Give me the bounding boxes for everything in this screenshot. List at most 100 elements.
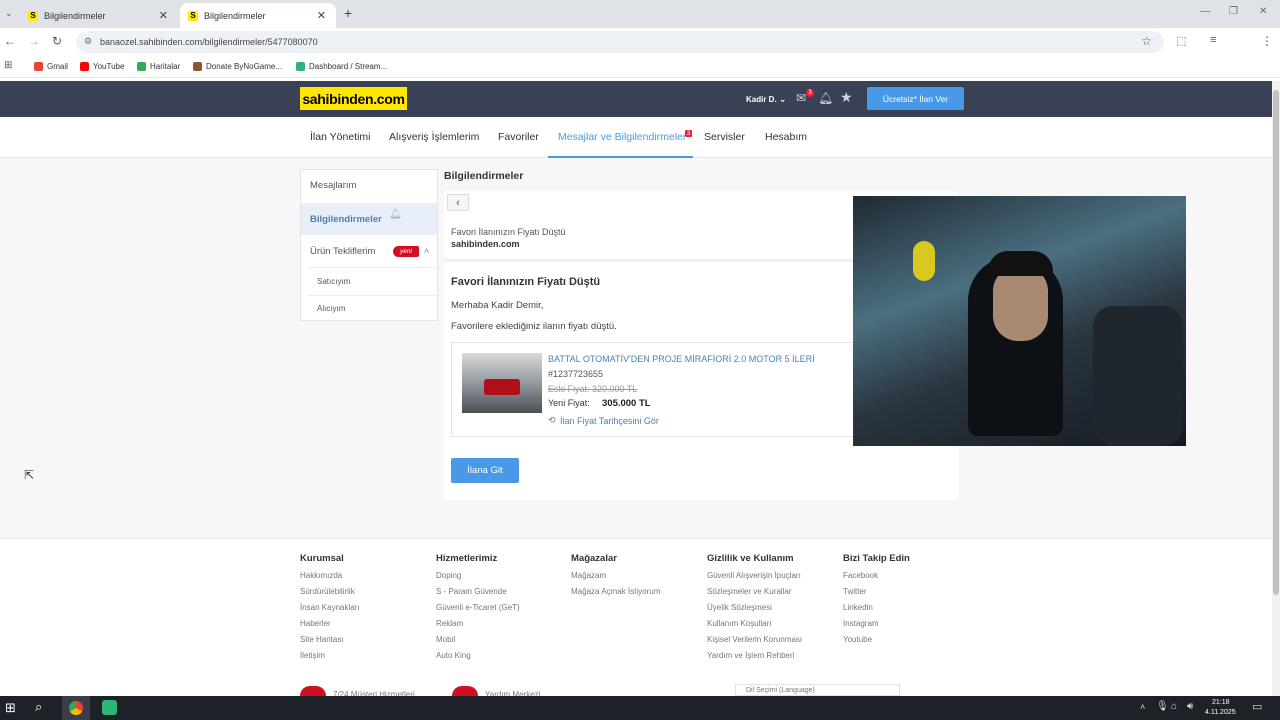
footer-link[interactable]: Instagram <box>843 619 879 628</box>
star-icon[interactable]: ★ <box>840 89 853 106</box>
scrollbar-thumb[interactable] <box>1273 90 1279 595</box>
footer-link[interactable]: Mağazam <box>571 571 606 580</box>
footer-heading: Hizmetlerimiz <box>436 553 498 564</box>
back-button[interactable]: ‹ <box>447 194 469 211</box>
mail-icon[interactable]: ✉ <box>796 91 806 105</box>
browser-tab-bar: ⌄ S Bilgilendirmeler ✕ S Bilgilendirmele… <box>0 0 1280 28</box>
close-tab-icon[interactable]: ✕ <box>317 9 326 22</box>
nav-messages[interactable]: Mesajlar ve Bilgilendirmeler <box>558 131 686 143</box>
windows-start-icon[interactable]: ⊞ <box>5 700 16 716</box>
tray-expand-icon[interactable]: ˄ <box>1140 702 1145 712</box>
footer-link[interactable]: S - Param Güvende <box>436 587 507 596</box>
language-select[interactable]: Dil Seçimi (Language) <box>735 684 900 696</box>
nav-shopping[interactable]: Alışveriş İşlemlerim <box>389 131 479 143</box>
notification-center-icon[interactable]: ▭ <box>1252 700 1262 713</box>
bookmark-gmail[interactable]: Gmail <box>34 62 68 71</box>
clock-time[interactable]: 21:18 <box>1212 699 1230 706</box>
volume-icon[interactable]: 🔊︎ <box>1187 701 1193 712</box>
sahibinden-favicon: S <box>28 10 38 21</box>
nav-services[interactable]: Servisler <box>704 131 745 143</box>
footer-link[interactable]: Youtube <box>843 635 872 644</box>
bookmark-donate[interactable]: Donate ByNoGame... <box>193 62 282 71</box>
footer-link[interactable]: Reklam <box>436 619 463 628</box>
search-icon[interactable]: ⌕ <box>35 699 42 715</box>
footer-link[interactable]: Doping <box>436 571 461 580</box>
new-tab-icon[interactable]: + <box>344 5 352 21</box>
close-window-icon[interactable]: ✕ <box>1259 6 1267 17</box>
listing-title[interactable]: BATTAL OTOMATİV'DEN PROJE MİRAFİORİ 2.0 … <box>548 354 815 364</box>
listing-thumbnail[interactable] <box>462 353 542 413</box>
tab-title: Bilgilendirmeler <box>44 10 106 21</box>
sidebar-item-buyer[interactable]: Alıcıyım <box>317 304 345 313</box>
network-icon[interactable]: ⌂ <box>1171 701 1177 712</box>
microphone-icon[interactable]: 🎙︎ <box>1156 701 1169 712</box>
footer-link[interactable]: Üyelik Sözleşmesi <box>707 603 772 612</box>
footer-link[interactable]: Haberler <box>300 619 331 628</box>
tab-1[interactable]: S Bilgilendirmeler ✕ <box>20 3 178 28</box>
footer-link[interactable]: Kullanım Koşulları <box>707 619 771 628</box>
apps-icon[interactable]: ⊞ <box>4 60 12 71</box>
nav-account[interactable]: Hesabım <box>765 131 807 143</box>
reload-icon[interactable]: ↻ <box>52 34 62 48</box>
tab-2-active[interactable]: S Bilgilendirmeler ✕ <box>180 3 336 28</box>
footer-link[interactable]: Site Haritası <box>300 635 344 644</box>
footer-link[interactable]: Hakkımızda <box>300 571 342 580</box>
sidebar-item-seller[interactable]: Satıcıyım <box>317 277 350 286</box>
forward-icon[interactable]: → <box>28 34 40 48</box>
background-object <box>913 241 935 281</box>
footer-link[interactable]: Linkedin <box>843 603 873 612</box>
sidebar-item-messages[interactable]: Mesajlarım <box>310 180 356 191</box>
tab-list-icon[interactable]: ⌄ <box>5 8 13 19</box>
price-history-link[interactable]: İlan Fiyat Tarihçesini Gör <box>560 416 659 426</box>
footer-link[interactable]: Güvenli Alışverişin İpuçları <box>707 571 801 580</box>
extensions-icon[interactable]: ⬚ <box>1176 34 1186 47</box>
post-ad-button[interactable]: Ücretsiz* İlan Ver <box>867 87 964 110</box>
footer-heading: Bizi Takip Edin <box>843 553 910 564</box>
footer-link[interactable]: Sözleşmeler ve Kurallar <box>707 587 791 596</box>
menu-icon[interactable]: ⋮ <box>1261 34 1273 48</box>
dashboard-icon <box>296 62 305 71</box>
webcam-overlay <box>853 196 1186 446</box>
back-icon[interactable]: ← <box>4 34 16 48</box>
user-menu[interactable]: Kadir D. ⌄ <box>746 94 786 105</box>
sidebar-item-notifications[interactable]: Bilgilendirmeler 🔔︎ <box>301 203 437 235</box>
bookmark-youtube[interactable]: YouTube <box>80 62 124 71</box>
minimize-icon[interactable]: — <box>1200 6 1210 17</box>
chevron-up-icon[interactable]: ˄ <box>424 246 429 256</box>
site-header <box>0 81 1272 117</box>
nav-badge: 3 <box>685 130 692 137</box>
bookmark-star-icon[interactable]: ☆ <box>1141 34 1152 48</box>
bookmark-maps[interactable]: Haritalar <box>137 62 180 71</box>
footer-link[interactable]: İnsan Kaynakları <box>300 603 360 612</box>
nav-ad-management[interactable]: İlan Yönetimi <box>310 131 371 143</box>
restore-icon[interactable]: ❐ <box>1229 6 1238 17</box>
bell-icon[interactable]: 🔔︎ <box>818 91 833 105</box>
app-icon[interactable] <box>102 700 117 715</box>
sahibinden-favicon: S <box>188 10 198 21</box>
listing-card[interactable]: BATTAL OTOMATİV'DEN PROJE MİRAFİORİ 2.0 … <box>451 342 871 437</box>
sidebar-item-offers[interactable]: Ürün Tekliflerim <box>310 246 375 257</box>
footer-link[interactable]: Facebook <box>843 571 878 580</box>
nav-favorites[interactable]: Favoriler <box>498 131 539 143</box>
media-icon[interactable]: ≡ <box>1210 34 1216 46</box>
footer-heading: Mağazalar <box>571 553 617 564</box>
footer-heading: Gizlilik ve Kullanım <box>707 553 794 564</box>
footer-link[interactable]: Sürdürülebilirlik <box>300 587 355 596</box>
footer-link[interactable]: Auto King <box>436 651 471 660</box>
footer-link[interactable]: Mağaza Açmak İstiyorum <box>571 587 660 596</box>
site-logo[interactable]: sahibinden.com <box>300 87 407 110</box>
bookmark-dashboard[interactable]: Dashboard / Stream... <box>296 62 387 71</box>
url-field[interactable]: ⚙ banaozel.sahibinden.com/bilgilendirmel… <box>76 31 1164 53</box>
footer-link[interactable]: Güvenli e-Ticaret (GeT) <box>436 603 520 612</box>
go-to-listing-button[interactable]: İlana Git <box>451 458 519 483</box>
footer-link[interactable]: Yardım ve İşlem Rehberi <box>707 651 794 660</box>
url-text: banaozel.sahibinden.com/bilgilendirmeler… <box>100 37 318 47</box>
footer-link[interactable]: Kişisel Verilerin Korunması <box>707 635 802 644</box>
close-tab-icon[interactable]: ✕ <box>159 9 168 22</box>
footer-link[interactable]: Mobil <box>436 635 455 644</box>
site-footer <box>0 538 1272 696</box>
footer-link[interactable]: İletişim <box>300 651 325 660</box>
footer-link[interactable]: Twitter <box>843 587 867 596</box>
clock-date[interactable]: 4.11.2025 <box>1205 709 1236 716</box>
site-info-icon[interactable]: ⚙ <box>84 36 92 47</box>
